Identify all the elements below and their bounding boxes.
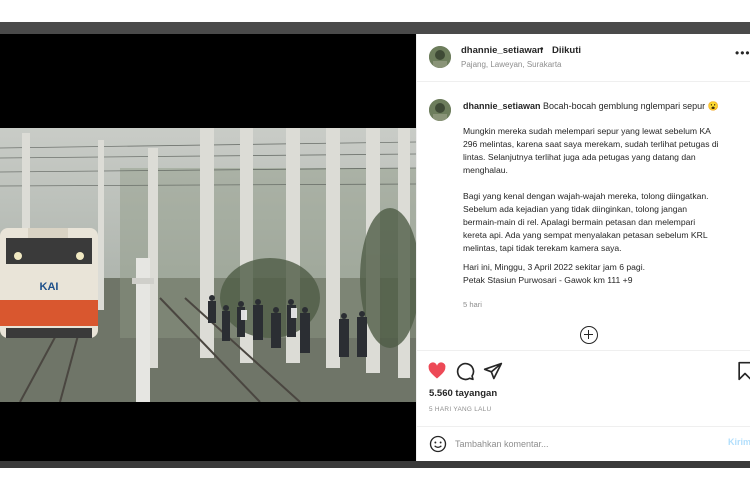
action-bar — [417, 350, 750, 390]
avatar-image — [429, 46, 451, 68]
avatar-image — [429, 99, 451, 121]
caption-paragraph-2: Bagi yang kenal dengan wajah-wajah merek… — [463, 191, 709, 253]
more-options-icon[interactable]: ••• — [735, 46, 750, 60]
caption-headline: dhannie_setiawan Bocah-bocah gemblung ng… — [463, 100, 745, 112]
caption-paragraph-3: Hari ini, Minggu, 3 April 2022 sekitar j… — [463, 262, 645, 285]
locomotive: KAI — [0, 228, 98, 338]
author-username[interactable]: dhannie_setiawan — [461, 45, 543, 56]
separator-dot: • — [540, 44, 544, 55]
video-player[interactable]: KAI — [0, 128, 416, 402]
plus-circle-icon[interactable] — [580, 326, 598, 344]
avatar[interactable] — [429, 46, 451, 68]
caption-age[interactable]: 5 hari — [463, 300, 482, 309]
caption-section: dhannie_setiawan Bocah-bocah gemblung ng… — [417, 92, 750, 350]
comment-bar: Kirim — [417, 426, 750, 461]
caption-username[interactable]: dhannie_setiawan — [463, 101, 541, 111]
post-details-panel: dhannie_setiawan • Diikuti Pajang, Lawey… — [416, 34, 750, 461]
share-icon[interactable] — [483, 361, 503, 381]
caption-paragraph-1: Mungkin mereka sudah melempari sepur yan… — [463, 126, 719, 175]
posted-time[interactable]: 5 HARI YANG LALU — [429, 406, 491, 413]
caption-title: Bocah-bocah gemblung nglempari sepur 😮 — [543, 101, 719, 111]
comment-input[interactable] — [455, 436, 715, 452]
emoji-icon[interactable] — [429, 435, 447, 453]
video-frame: KAI — [0, 128, 416, 402]
views-count[interactable]: 5.560 tayangan — [429, 388, 497, 399]
follow-status-button[interactable]: Diikuti — [552, 45, 581, 56]
post-media: KAI — [0, 34, 416, 461]
comment-icon[interactable] — [455, 361, 475, 381]
heart-icon[interactable] — [427, 361, 447, 381]
post-comment-button[interactable]: Kirim — [728, 437, 750, 447]
train-logo: KAI — [40, 281, 59, 293]
browser-bottom-strip — [0, 461, 750, 468]
bookmark-icon[interactable] — [735, 361, 750, 381]
caption-avatar[interactable] — [429, 99, 451, 121]
browser-top-strip — [0, 22, 750, 34]
post-header: dhannie_setiawan • Diikuti Pajang, Lawey… — [417, 34, 750, 82]
post-location[interactable]: Pajang, Laweyan, Surakarta — [461, 60, 562, 69]
